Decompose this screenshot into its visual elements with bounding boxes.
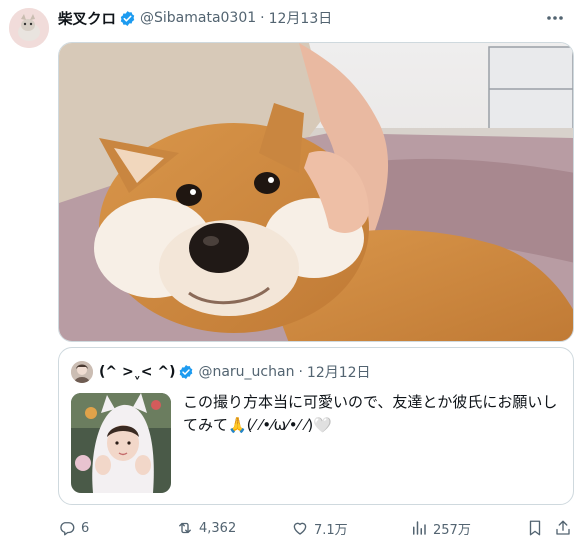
reply-icon [60, 522, 75, 536]
like-count: 7.1万 [314, 522, 348, 538]
quoted-handle: @naru_uchan [198, 364, 295, 380]
quoted-verified-badge-icon [180, 365, 193, 379]
repost-icon [179, 522, 191, 534]
like-icon [293, 522, 307, 535]
header-separator: · [260, 10, 265, 26]
bookmark-button[interactable] [526, 516, 549, 540]
author-display-name[interactable]: 柴叉クロ [58, 8, 116, 29]
views-count: 257万 [433, 522, 471, 538]
quoted-tweet-header: (^ >ˬ< ^) @naru_uchan · 12月12日 [71, 361, 371, 383]
tweet-header: 柴叉クロ @Sibamata0301 · 12月13日 [58, 8, 332, 28]
repost-button[interactable]: 4,362 [176, 516, 236, 540]
share-icon [556, 520, 570, 535]
share-button[interactable] [554, 516, 577, 540]
tweet-action-bar: 6 4,362 7.1万 257万 [58, 516, 574, 540]
quoted-display-name: (^ >ˬ< ^) [99, 364, 176, 380]
verified-badge-icon [120, 10, 135, 26]
quoted-tweet[interactable]: (^ >ˬ< ^) @naru_uchan · 12月12日 この撮り方本当に可… [58, 347, 574, 505]
views-button[interactable]: 257万 [410, 516, 471, 540]
author-handle[interactable]: @Sibamata0301 [140, 10, 256, 26]
quoted-avatar-image [71, 361, 93, 383]
like-button[interactable]: 7.1万 [291, 516, 348, 540]
views-icon [413, 521, 426, 535]
quoted-tweet-thumbnail[interactable] [71, 393, 171, 493]
tweet-date[interactable]: 12月13日 [269, 8, 333, 28]
quoted-author-avatar [71, 361, 93, 383]
reply-count: 6 [81, 520, 90, 536]
more-icon[interactable] [544, 9, 566, 27]
quoted-photo-image [71, 393, 171, 493]
tweet-photo[interactable] [58, 42, 574, 342]
avatar-image [9, 8, 49, 48]
repost-count: 4,362 [199, 520, 237, 536]
quoted-tweet-text: この撮り方本当に可愛いので、友達とか彼氏にお願いしてみて🙏(⁄ ⁄•⁄ω⁄•⁄ … [183, 393, 558, 434]
quoted-separator: · [298, 364, 303, 380]
bookmark-icon [529, 520, 541, 536]
author-avatar[interactable] [9, 8, 49, 48]
shiba-dog-photo [59, 43, 573, 341]
quoted-date: 12月12日 [306, 365, 371, 381]
reply-button[interactable]: 6 [58, 516, 89, 540]
